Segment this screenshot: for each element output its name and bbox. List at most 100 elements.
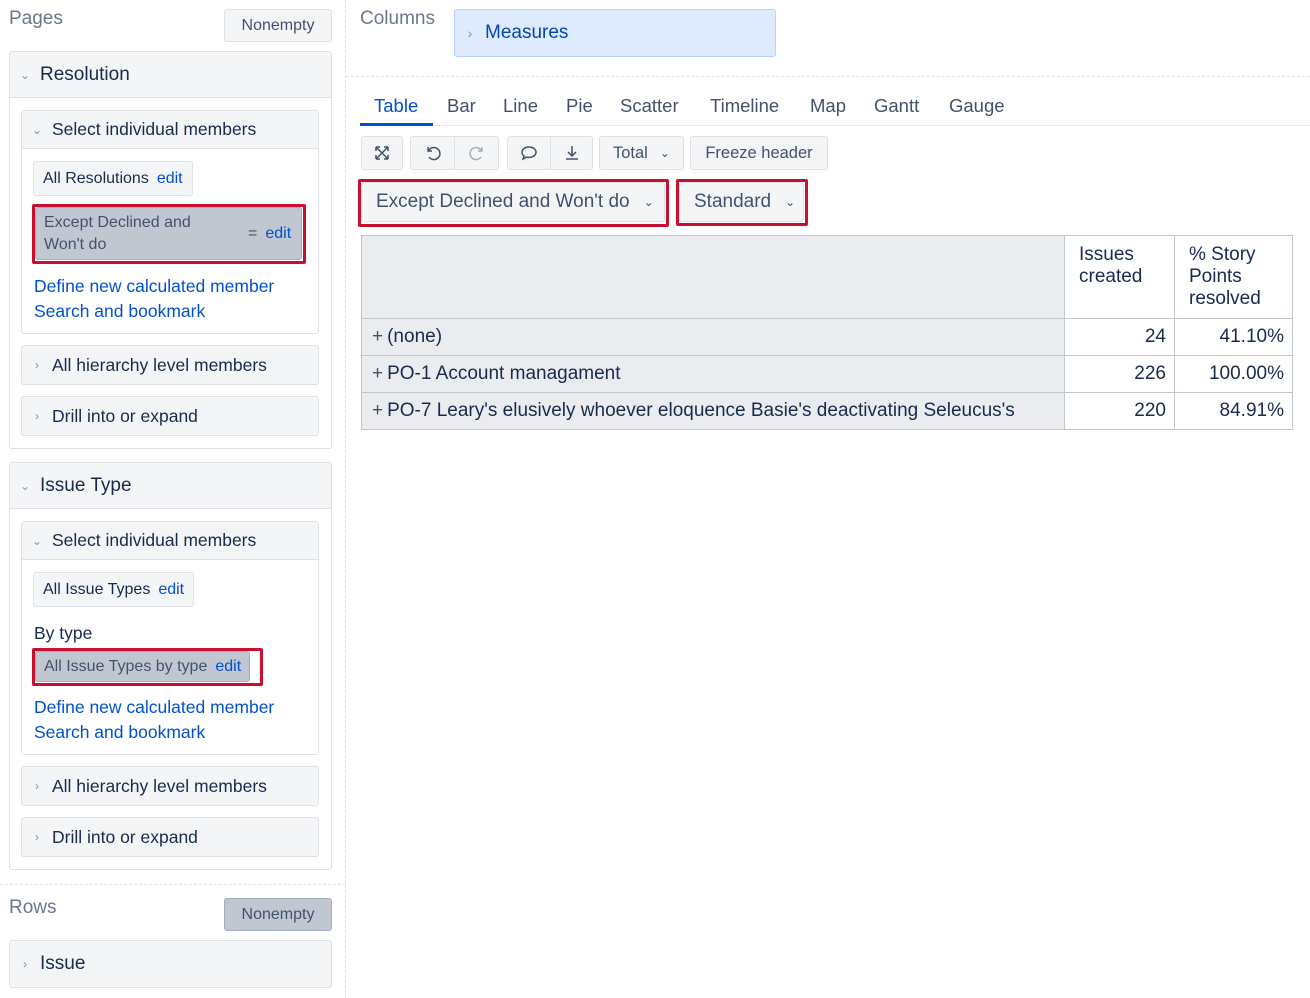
undo-icon [426,146,441,161]
cell-issues-created: 24 [1064,318,1175,356]
resolution-header[interactable]: ⌄ Resolution [10,52,331,98]
download-icon [565,146,578,160]
table-corner [361,235,1065,319]
total-dropdown[interactable]: Total ⌄ [599,136,684,170]
highlight-box [676,179,808,226]
rows-nonempty-button[interactable]: Nonempty [224,898,332,931]
panel-divider [345,0,346,998]
row-header[interactable]: + (none) [361,318,1065,356]
expand-plus-icon[interactable]: + [372,326,383,347]
table-row: + PO-1 Account managament 226 100.00% [361,355,1293,393]
cell-sp-resolved: 100.00% [1174,355,1293,393]
issue-label: Issue [40,953,86,974]
chevron-down-icon: ⌄ [31,533,43,548]
cell-sp-resolved: 41.10% [1174,318,1293,356]
chip-label: All Issue Types [43,580,151,598]
tab-scatter[interactable]: Scatter [620,95,679,117]
chevron-down-icon: ⌄ [19,478,31,493]
row-header[interactable]: + PO-1 Account managament [361,355,1065,393]
measures-dimension[interactable]: › Measures [454,9,776,57]
issue-dimension[interactable]: › Issue [9,940,332,988]
edit-link[interactable]: edit [158,581,184,599]
cell-issues-created: 220 [1064,392,1175,430]
chevron-down-icon: ⌄ [19,67,31,82]
pages-nonempty-button[interactable]: Nonempty [224,9,332,42]
chevron-right-icon: › [467,25,473,41]
drill-into-expand[interactable]: › Drill into or expand [21,817,319,857]
tab-gantt[interactable]: Gantt [874,95,919,117]
download-button[interactable] [550,136,593,170]
select-members-title: Select individual members [52,119,257,139]
left-panel: Pages Nonempty ⌄ Resolution ⌄ Select ind… [0,0,346,998]
edit-link[interactable]: edit [157,170,183,188]
chevron-right-icon: › [35,779,39,793]
row-header[interactable]: + PO-7 Leary's elusively whoever eloquenc… [361,392,1065,430]
fullscreen-button[interactable] [361,136,403,170]
chevron-right-icon: › [35,830,39,844]
comment-icon [521,146,537,161]
by-type-label: By type [34,623,93,643]
resolution-title: Resolution [40,63,130,85]
define-calculated-member-link[interactable]: Define new calculated member [34,697,274,718]
hierarchy-label: All hierarchy level members [52,775,267,796]
tabs-baseline [360,125,1310,126]
highlight-box [358,179,669,227]
chevron-right-icon: › [23,957,27,971]
chevron-right-icon: › [35,409,39,423]
row-label: PO-1 Account managament [387,363,621,384]
chevron-right-icon: › [35,358,39,372]
pages-title: Pages [9,8,63,29]
chip-label: All Resolutions [43,169,149,187]
tab-pie[interactable]: Pie [566,95,593,117]
expand-plus-icon[interactable]: + [372,400,383,421]
column-header-sp-resolved[interactable]: % Story Points resolved [1174,235,1293,319]
undo-button[interactable] [410,136,455,170]
columns-divider [346,76,1310,77]
report-table: Issues created % Story Points resolved +… [361,235,1293,430]
search-bookmark-link[interactable]: Search and bookmark [34,301,205,322]
tab-gauge[interactable]: Gauge [949,95,1005,117]
drill-into-expand[interactable]: › Drill into or expand [21,396,319,436]
all-issue-types-chip[interactable]: All Issue Types edit [33,572,195,607]
column-header-issues-created[interactable]: Issues created [1064,235,1175,319]
total-label: Total [613,143,648,162]
highlight-box [32,204,306,264]
hierarchy-level-members[interactable]: › All hierarchy level members [21,345,319,385]
hierarchy-level-members[interactable]: › All hierarchy level members [21,766,319,806]
search-bookmark-link[interactable]: Search and bookmark [34,722,205,743]
expand-icon [375,146,389,160]
measures-label: Measures [485,22,569,43]
all-resolutions-chip[interactable]: All Resolutions edit [33,161,193,196]
issue-type-header[interactable]: ⌄ Issue Type [10,463,331,509]
highlight-box [32,648,263,686]
chevron-down-icon: ⌄ [659,146,670,160]
row-label: (none) [387,326,443,347]
redo-button[interactable] [454,136,499,170]
redo-icon [468,146,483,161]
table-row: + (none) 24 41.10% [361,318,1293,356]
rows-title: Rows [9,897,57,918]
active-tab-indicator [360,123,433,126]
tab-bar[interactable]: Bar [447,95,476,117]
tab-timeline[interactable]: Timeline [710,95,779,117]
cell-sp-resolved: 84.91% [1174,392,1293,430]
expand-plus-icon[interactable]: + [372,363,383,384]
cell-issues-created: 226 [1064,355,1175,393]
select-members-header[interactable]: ⌄ Select individual members [22,522,318,560]
select-members-header[interactable]: ⌄ Select individual members [22,111,318,149]
table-row: + PO-7 Leary's elusively whoever eloquenc… [361,392,1293,430]
row-label: PO-7 Leary's elusively whoever eloquence… [387,400,1015,421]
hierarchy-label: All hierarchy level members [52,354,267,375]
drill-label: Drill into or expand [52,405,198,426]
drill-label: Drill into or expand [52,826,198,847]
tab-table[interactable]: Table [374,95,418,117]
freeze-header-button[interactable]: Freeze header [690,136,828,170]
select-members-title: Select individual members [52,530,257,550]
tab-map[interactable]: Map [810,95,846,117]
tab-line[interactable]: Line [503,95,538,117]
define-calculated-member-link[interactable]: Define new calculated member [34,276,274,297]
issue-type-title: Issue Type [40,474,132,496]
comment-button[interactable] [507,136,551,170]
chevron-down-icon: ⌄ [31,122,43,137]
rows-divider [0,884,346,885]
